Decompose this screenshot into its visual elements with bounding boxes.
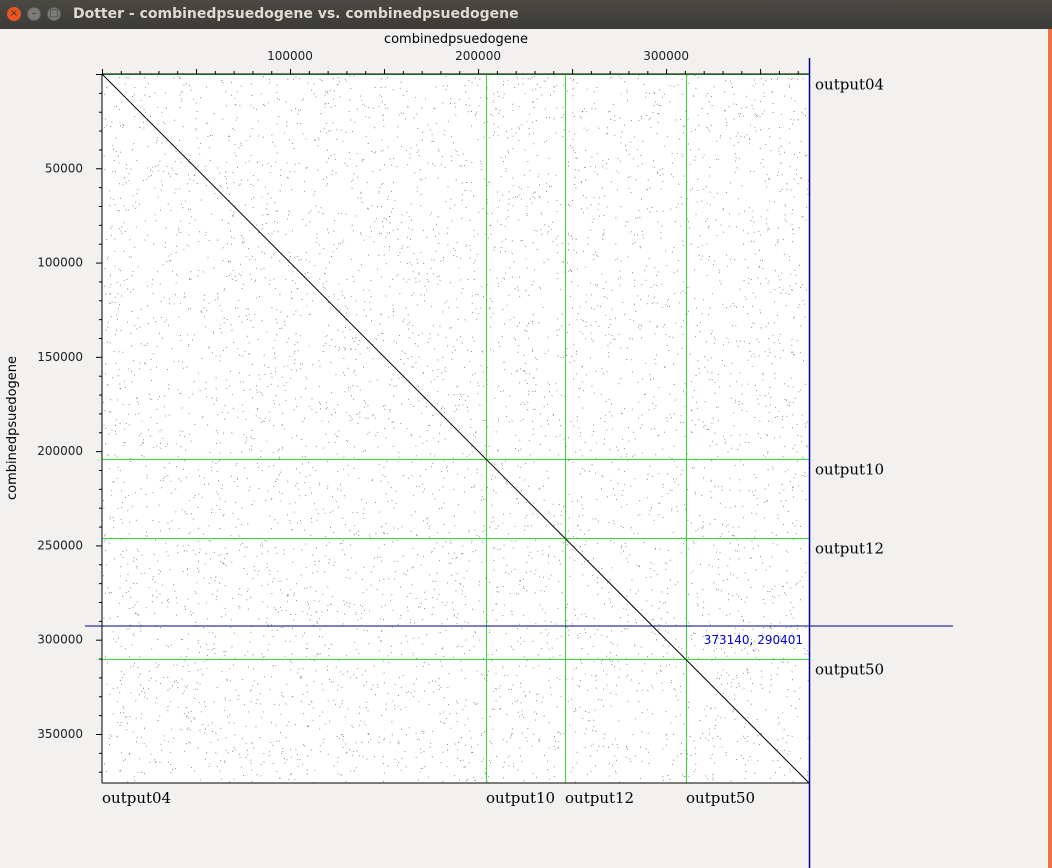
crosshair-coordinates: 373140, 290401 xyxy=(704,633,803,647)
minimize-window-button[interactable]: – xyxy=(27,7,41,21)
x-axis-ticks: 100000 200000 300000 xyxy=(102,49,799,74)
boundary-label-bottom: output04 xyxy=(102,789,171,807)
close-window-button[interactable]: × xyxy=(7,7,21,21)
y-tick-label: 200000 xyxy=(37,444,83,458)
x-tick-label: 100000 xyxy=(267,49,313,63)
boundary-label-bottom: output50 xyxy=(686,789,755,807)
minimize-icon: – xyxy=(31,8,37,19)
y-tick-label: 150000 xyxy=(37,350,83,364)
y-tick-label: 350000 xyxy=(37,727,83,741)
window-titlebar: × – □ Dotter - combinedpsuedogene vs. co… xyxy=(0,0,1052,29)
dot-plot[interactable]: combinedpsuedogene combinedpsuedogene 10… xyxy=(0,29,1048,868)
x-tick-label: 300000 xyxy=(643,49,689,63)
y-tick-label: 300000 xyxy=(37,633,83,647)
y-tick-label: 100000 xyxy=(37,256,83,270)
x-tick-label: 200000 xyxy=(455,49,501,63)
window-title: Dotter - combinedpsuedogene vs. combined… xyxy=(73,6,519,22)
boundary-label-right: output12 xyxy=(815,540,884,558)
boundary-label-right: output50 xyxy=(815,661,884,679)
x-axis-title: combinedpsuedogene xyxy=(384,32,528,47)
y-tick-label: 250000 xyxy=(37,538,83,552)
maximize-window-button[interactable]: □ xyxy=(47,7,61,21)
boundary-label-bottom: output12 xyxy=(565,789,634,807)
maximize-icon: □ xyxy=(49,8,59,19)
boundary-label-right: output04 xyxy=(815,76,884,94)
boundary-label-right: output10 xyxy=(815,461,884,479)
close-icon: × xyxy=(9,8,19,19)
y-tick-label: 50000 xyxy=(45,161,83,175)
y-axis-ticks: 50000 100000 150000 200000 250000 300000 35000… xyxy=(37,74,102,773)
boundary-label-bottom: output10 xyxy=(486,789,555,807)
window-edge-accent xyxy=(1048,29,1052,868)
y-axis-title: combinedpsuedogene xyxy=(5,356,20,500)
